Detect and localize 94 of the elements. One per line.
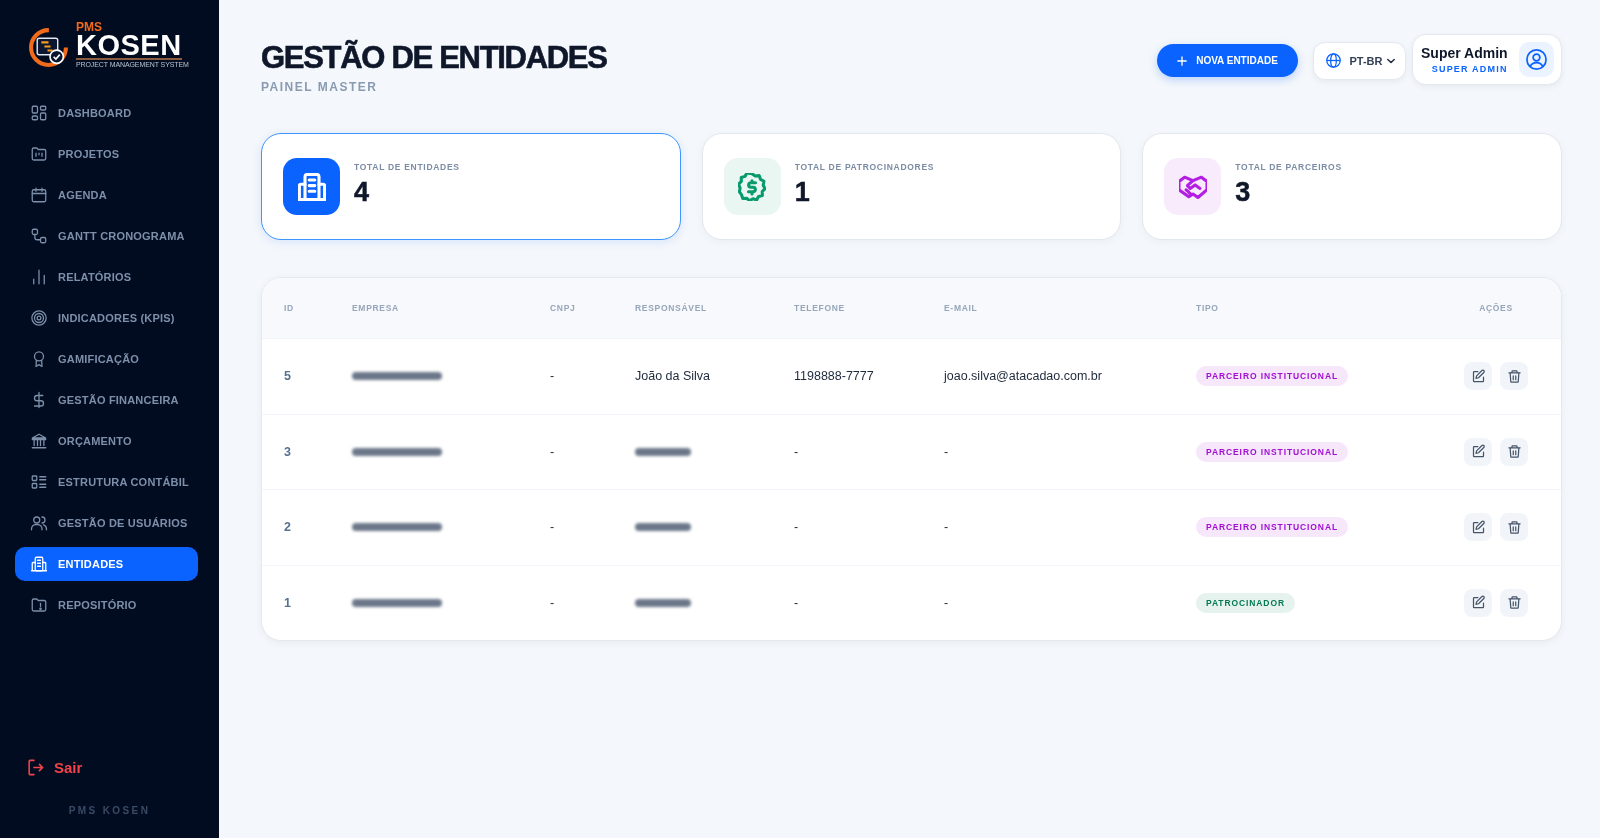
- nav-item[interactable]: REPOSITÓRIO: [15, 588, 198, 622]
- logo-wordmark: KOSEN: [76, 33, 182, 60]
- nav-item[interactable]: GANTT CRONOGRAMA: [15, 219, 198, 253]
- type-tag: PATROCINADOR: [1196, 592, 1295, 613]
- bank-icon: [30, 432, 48, 450]
- chevron-down-icon: [1386, 57, 1395, 64]
- nav-item[interactable]: INDICADORES (KPIS): [15, 301, 198, 335]
- folder-icon: [30, 596, 48, 614]
- sidebar-footer-text: PMS KOSEN: [67, 805, 152, 817]
- trash-icon: [1506, 444, 1522, 460]
- column-header: CNPJ: [550, 303, 576, 313]
- list-icon: [30, 473, 48, 491]
- nav-item[interactable]: GAMIFICAÇÃO: [15, 342, 198, 376]
- table-cell: 2: [284, 520, 291, 535]
- page-subtitle: PAINEL MASTER: [261, 80, 379, 94]
- column-header: EMPRESA: [352, 303, 399, 313]
- handshake-icon: [1164, 158, 1222, 215]
- new-entity-button[interactable]: NOVA ENTIDADE: [1157, 44, 1298, 77]
- table-cell: -: [550, 444, 555, 459]
- column-header: E-MAIL: [944, 303, 978, 313]
- grid-icon: [30, 104, 48, 122]
- column-header: TIPO: [1196, 303, 1219, 313]
- edit-button[interactable]: [1464, 513, 1492, 542]
- table-cell: -: [944, 444, 949, 459]
- nav-item[interactable]: ENTIDADES: [15, 547, 198, 581]
- calendar-icon: [30, 186, 48, 204]
- edit-icon: [1470, 595, 1486, 611]
- edit-button[interactable]: [1464, 437, 1492, 466]
- column-header: TELEFONE: [794, 303, 845, 313]
- nodes-icon: [30, 227, 48, 245]
- trash-icon: [1506, 519, 1522, 535]
- globe-icon: [1324, 52, 1342, 69]
- nav-item[interactable]: ESTRUTURA CONTÁBIL: [15, 465, 198, 499]
- nav-item[interactable]: PROJETOS: [15, 137, 198, 171]
- bar-chart-icon: [30, 268, 48, 286]
- table-cell: -: [794, 444, 799, 459]
- user-profile-card[interactable]: Super Admin SUPER ADMIN: [1412, 34, 1562, 85]
- table-cell: -: [944, 520, 949, 535]
- trash-icon: [1506, 595, 1522, 611]
- plus-icon: [1177, 55, 1188, 66]
- folder-icon: [30, 145, 48, 163]
- table-cell: -: [794, 595, 799, 610]
- nav-item[interactable]: RELATÓRIOS: [15, 260, 198, 294]
- table-cell: João da Silva: [635, 369, 711, 384]
- stat-value: 4: [354, 177, 370, 206]
- users-icon: [30, 514, 48, 532]
- stat-label: TOTAL DE PARCEIROS: [1235, 161, 1342, 172]
- delete-button[interactable]: [1500, 437, 1528, 466]
- logo-label: PMS: [76, 22, 102, 33]
- edit-icon: [1470, 444, 1486, 460]
- stat-label: TOTAL DE ENTIDADES: [354, 161, 460, 172]
- page-title: GESTÃO DE ENTIDADES: [261, 40, 607, 75]
- column-header: AÇÕES: [1479, 303, 1513, 313]
- logo-icon: [28, 27, 69, 68]
- delete-button[interactable]: [1500, 588, 1528, 617]
- stat-value: 3: [1235, 177, 1251, 206]
- delete-button[interactable]: [1500, 362, 1528, 391]
- target-icon: [30, 309, 48, 327]
- user-name: Super Admin: [1421, 44, 1508, 61]
- stat-label: TOTAL DE PATROCINADORES: [794, 161, 935, 172]
- user-role: SUPER ADMIN: [1431, 63, 1508, 75]
- table-cell: 1198888-7777: [794, 369, 874, 384]
- trash-icon: [1506, 368, 1522, 384]
- user-avatar-icon: [1519, 42, 1554, 77]
- column-header: RESPONSÁVEL: [635, 303, 707, 313]
- table-cell: 3: [284, 444, 291, 459]
- table-cell: -: [550, 369, 555, 384]
- nav-item[interactable]: AGENDA: [15, 178, 198, 212]
- building-icon: [30, 555, 48, 573]
- nav-item[interactable]: GESTÃO DE USUÁRIOS: [15, 506, 198, 540]
- edit-button[interactable]: [1464, 588, 1492, 617]
- language-selector[interactable]: PT-BR: [1313, 41, 1406, 80]
- edit-icon: [1470, 368, 1486, 384]
- table-cell: joao.silva@atacadao.com.br: [944, 369, 1102, 384]
- type-tag: PARCEIRO INSTITUCIONAL: [1196, 517, 1349, 538]
- column-header: ID: [284, 303, 294, 313]
- edit-icon: [1470, 519, 1486, 535]
- nav-item[interactable]: GESTÃO FINANCEIRA: [15, 383, 198, 417]
- table-cell: 5: [284, 369, 291, 384]
- edit-button[interactable]: [1464, 362, 1492, 391]
- table-cell: -: [794, 520, 799, 535]
- nav-item[interactable]: DASHBOARD: [15, 96, 198, 130]
- type-tag: PARCEIRO INSTITUCIONAL: [1196, 366, 1349, 387]
- stat-value: 1: [794, 177, 810, 206]
- table-cell: 1: [284, 595, 291, 610]
- dollar-badge-icon: [723, 158, 781, 215]
- table-cell: -: [550, 595, 555, 610]
- delete-button[interactable]: [1500, 513, 1528, 542]
- table-cell: -: [550, 520, 555, 535]
- nav-item[interactable]: ORÇAMENTO: [15, 424, 198, 458]
- logout-icon: [26, 757, 45, 777]
- type-tag: PARCEIRO INSTITUCIONAL: [1196, 441, 1349, 462]
- table-cell: -: [944, 595, 949, 610]
- logout-button[interactable]: Sair: [26, 756, 83, 778]
